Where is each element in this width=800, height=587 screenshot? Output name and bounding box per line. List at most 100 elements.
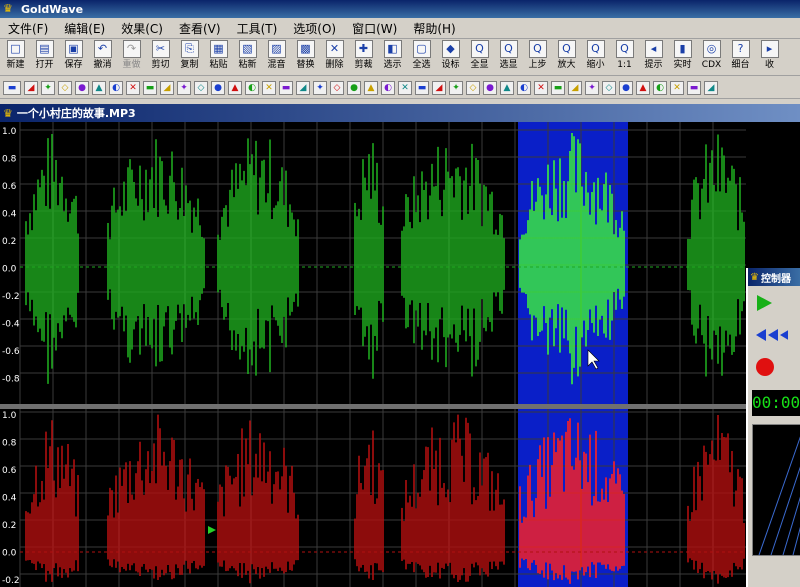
control-title: 控制器 <box>760 273 791 285</box>
effect-17-icon[interactable]: ◢ <box>296 80 310 95</box>
effect-2-icon[interactable]: ✦ <box>41 80 55 95</box>
effect-6-icon[interactable]: ◐ <box>109 80 123 95</box>
effect-33-icon[interactable]: ◢ <box>568 80 582 95</box>
menu-item-0[interactable]: 文件(F) <box>0 20 56 37</box>
effect-40-icon[interactable]: ▬ <box>687 80 701 95</box>
effect-9-icon[interactable]: ◢ <box>160 80 174 95</box>
toolbar-cd-extract-button[interactable]: ◎ CDX <box>698 38 725 74</box>
menu-item-7[interactable]: 帮助(H) <box>405 20 463 37</box>
toolbar-open-button[interactable]: ▤ 打开 <box>31 38 58 74</box>
toolbar-mix-button[interactable]: ▨ 混音 <box>263 38 290 74</box>
effect-5-icon[interactable]: ▲ <box>92 80 106 95</box>
toolbar-select-all-button[interactable]: ▢ 全选 <box>408 38 435 74</box>
effect-26-icon[interactable]: ✦ <box>449 80 463 95</box>
toolbar-undo-button[interactable]: ↶ 撤消 <box>89 38 116 74</box>
toolbar-replace-button[interactable]: ▩ 替换 <box>292 38 319 74</box>
toolbar-redo-button[interactable]: ↷ 重做 <box>118 38 145 74</box>
waveform-canvas[interactable]: 1.0 0.8 0.6 0.4 0.2 0.0 -0.2 -0.4 -0.6 -0.8 1.0 0.8… <box>0 122 800 587</box>
effect-23-icon[interactable]: ✕ <box>398 80 412 95</box>
record-icon <box>756 358 774 376</box>
effect-37-icon[interactable]: ▲ <box>636 80 650 95</box>
toolbar-button-label: 提示 <box>644 60 663 70</box>
toolbar-zoom-in-button[interactable]: Q 放大 <box>553 38 580 74</box>
toolbar-help-button[interactable]: ? 细台 <box>727 38 754 74</box>
toolbar-cue-button[interactable]: ◂ 提示 <box>640 38 667 74</box>
effect-25-icon[interactable]: ◢ <box>432 80 446 95</box>
menu-item-3[interactable]: 查看(V) <box>171 20 229 37</box>
effect-28-icon[interactable]: ● <box>483 80 497 95</box>
toolbar-zoom-selection-button[interactable]: Q 选显 <box>495 38 522 74</box>
effect-29-icon[interactable]: ▲ <box>500 80 514 95</box>
effect-7-icon[interactable]: ✕ <box>126 80 140 95</box>
effect-13-icon[interactable]: ▲ <box>228 80 242 95</box>
effect-14-icon[interactable]: ◐ <box>245 80 259 95</box>
toolbar-paste-button[interactable]: ▦ 粘贴 <box>205 38 232 74</box>
menu-item-6[interactable]: 窗口(W) <box>344 20 405 37</box>
toolbar-button-label: 粘贴 <box>209 60 228 70</box>
play-button[interactable] <box>754 290 800 316</box>
toolbar-button-label: 重做 <box>122 60 141 70</box>
zoom-out-icon: Q <box>586 40 605 58</box>
toolbar-show-all-button[interactable]: Q 全显 <box>466 38 493 74</box>
effect-34-icon[interactable]: ✦ <box>585 80 599 95</box>
waveform-view[interactable]: 1.0 0.8 0.6 0.4 0.2 0.0 -0.2 -0.4 -0.6 -0.8 1.0 0.8… <box>0 122 800 587</box>
y-axis-tick-label: 1.0 <box>2 127 17 137</box>
scope-canvas <box>758 436 800 556</box>
effect-24-icon[interactable]: ▬ <box>415 80 429 95</box>
menu-item-2[interactable]: 效果(C) <box>113 20 171 37</box>
effect-15-icon[interactable]: ✕ <box>262 80 276 95</box>
effect-10-icon[interactable]: ✦ <box>177 80 191 95</box>
effect-38-icon[interactable]: ◐ <box>653 80 667 95</box>
toolbar-copy-button[interactable]: ⎘ 复制 <box>176 38 203 74</box>
effect-19-icon[interactable]: ◇ <box>330 80 344 95</box>
toolbar-select-view-button[interactable]: ◧ 选示 <box>379 38 406 74</box>
effect-36-icon[interactable]: ● <box>619 80 633 95</box>
paste-icon: ▦ <box>209 40 228 58</box>
y-axis-tick-label: 0.2 <box>2 521 16 531</box>
toolbar-save-button[interactable]: ▣ 保存 <box>60 38 87 74</box>
toolbar-new-button[interactable]: □ 新建 <box>2 38 29 74</box>
toolbar-button-label: 撤消 <box>93 60 112 70</box>
mix-icon: ▨ <box>267 40 286 58</box>
effect-21-icon[interactable]: ▲ <box>364 80 378 95</box>
toolbar-set-marker-button[interactable]: ◆ 设标 <box>437 38 464 74</box>
goldwave-crown-icon: ♛ <box>750 271 759 283</box>
effect-8-icon[interactable]: ▬ <box>143 80 157 95</box>
effect-27-icon[interactable]: ◇ <box>466 80 480 95</box>
effect-3-icon[interactable]: ◇ <box>58 80 72 95</box>
copy-icon: ⎘ <box>180 40 199 58</box>
effect-18-icon[interactable]: ✦ <box>313 80 327 95</box>
effect-31-icon[interactable]: ✕ <box>534 80 548 95</box>
y-axis-tick-label: -0.8 <box>2 375 20 385</box>
line-tool-icon[interactable]: ▬ <box>3 80 21 95</box>
effect-20-icon[interactable]: ● <box>347 80 361 95</box>
toolbar-realtime-button[interactable]: ▮ 实时 <box>669 38 696 74</box>
toolbar-zoom-previous-button[interactable]: Q 上步 <box>524 38 551 74</box>
effect-1-icon[interactable]: ◢ <box>24 80 38 95</box>
toolbar-paste-new-button[interactable]: ▧ 粘新 <box>234 38 261 74</box>
record-button[interactable] <box>754 354 800 380</box>
effect-32-icon[interactable]: ▬ <box>551 80 565 95</box>
toolbar-trim-button[interactable]: ✚ 剪裁 <box>350 38 377 74</box>
effect-22-icon[interactable]: ◐ <box>381 80 395 95</box>
toolbar-collapse-button[interactable]: ▸ 收 <box>756 38 783 74</box>
effect-30-icon[interactable]: ◐ <box>517 80 531 95</box>
effect-12-icon[interactable]: ● <box>211 80 225 95</box>
y-axis-tick-label: 0.4 <box>2 494 17 504</box>
effect-4-icon[interactable]: ● <box>75 80 89 95</box>
rewind-button[interactable] <box>754 322 800 348</box>
effect-39-icon[interactable]: ✕ <box>670 80 684 95</box>
toolbar-zoom-out-button[interactable]: Q 缩小 <box>582 38 609 74</box>
effect-41-icon[interactable]: ◢ <box>704 80 718 95</box>
menu-item-1[interactable]: 编辑(E) <box>56 20 113 37</box>
cut-icon: ✂ <box>151 40 170 58</box>
toolbar-button-label: 选示 <box>383 60 402 70</box>
effect-16-icon[interactable]: ▬ <box>279 80 293 95</box>
toolbar-cut-button[interactable]: ✂ 剪切 <box>147 38 174 74</box>
menu-item-5[interactable]: 选项(O) <box>285 20 344 37</box>
menu-item-4[interactable]: 工具(T) <box>229 20 286 37</box>
toolbar-zoom-1-1-button[interactable]: Q 1:1 <box>611 38 638 74</box>
effect-11-icon[interactable]: ◇ <box>194 80 208 95</box>
toolbar-delete-button[interactable]: ✕ 删除 <box>321 38 348 74</box>
effect-35-icon[interactable]: ◇ <box>602 80 616 95</box>
